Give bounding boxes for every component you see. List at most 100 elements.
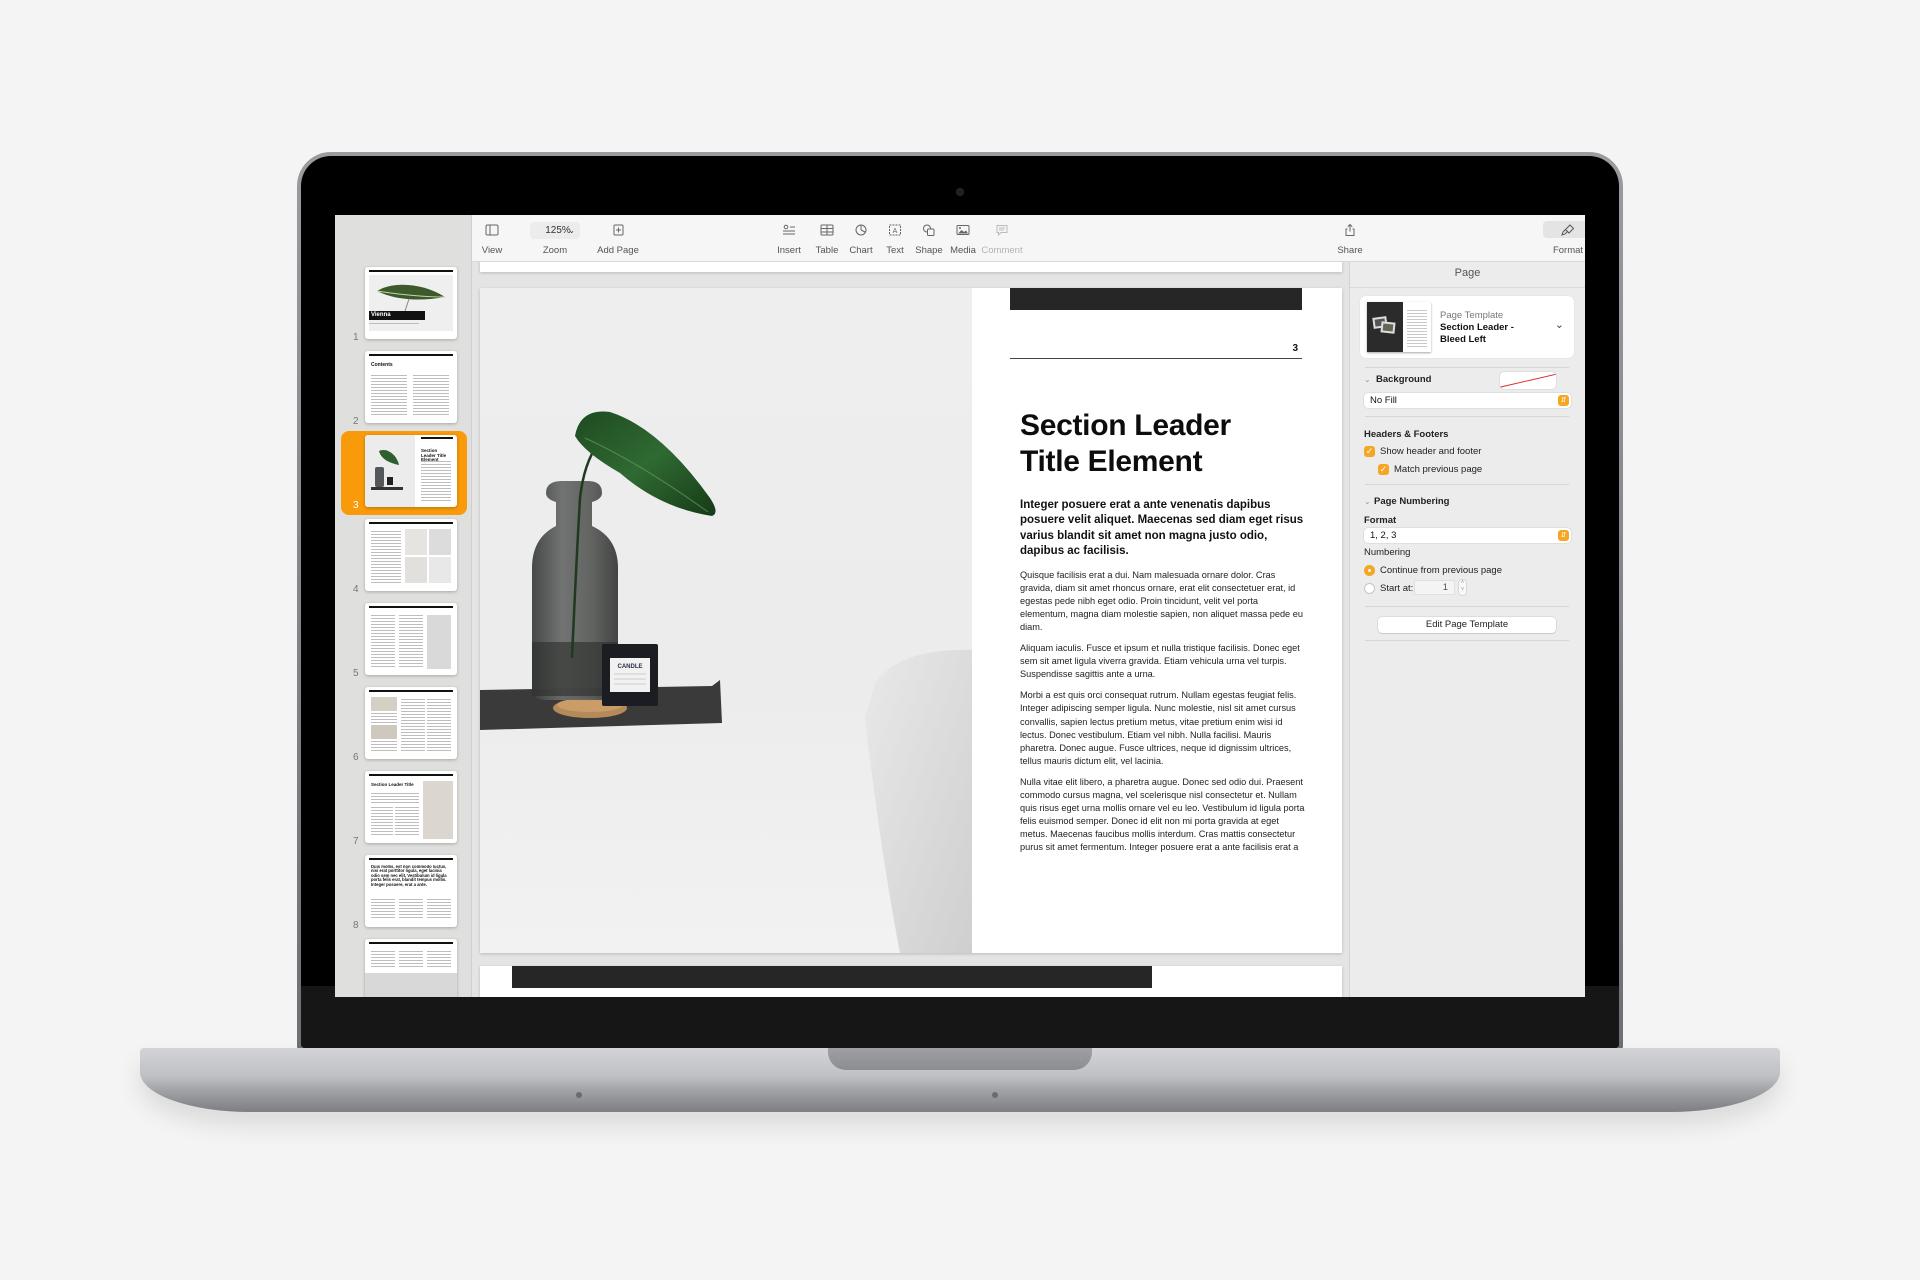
text-button[interactable]: A Text (884, 215, 906, 262)
page-photo[interactable]: CANDLE (480, 288, 972, 953)
format-label: Format (1364, 515, 1397, 526)
thumbnail-title: Section Leader Title (371, 782, 414, 787)
photo-icon (956, 225, 970, 235)
thumbnail-title: Duis mollis, est non commodo luctus, nis… (371, 865, 447, 887)
title-line: Section Leader (1020, 409, 1231, 442)
text-column[interactable]: Section Leader Title Element Integer pos… (1020, 408, 1305, 855)
page-thumbnail[interactable]: 9 (335, 939, 471, 997)
body-paragraph[interactable]: Aliquam iaculis. Fusce et ipsum et nulla… (1020, 642, 1305, 681)
page-thumbnail[interactable]: Vienna 1 (335, 267, 471, 343)
body-paragraph[interactable]: Nulla vitae elit libero, a pharetra augu… (1020, 776, 1305, 855)
zoom-value: 125% (545, 225, 571, 236)
zoom-menu[interactable]: 125% ⌄ Zoom (530, 215, 580, 262)
body-paragraph[interactable]: Quisque facilisis erat a dui. Nam malesu… (1020, 569, 1305, 634)
background-label: Background (1376, 374, 1432, 385)
table-button[interactable]: Table (814, 215, 840, 262)
radio-label: Start at: (1380, 583, 1414, 595)
plant-photo-icon (371, 449, 403, 490)
media-button[interactable]: Media (948, 215, 978, 262)
title-line: Title Element (1020, 445, 1203, 478)
chart-button[interactable]: Chart (848, 215, 874, 262)
page-thumbnail[interactable]: Duis mollis, est non commodo luctus, nis… (335, 855, 471, 931)
page-thumbnails-sidebar[interactable]: Vienna 1 Contents 2 Section Leader Title… (335, 215, 472, 997)
up-down-chevron-icon: ⇵ (1558, 395, 1569, 406)
edit-page-template-button[interactable]: Edit Page Template (1378, 617, 1556, 633)
page-number-label: 3 (353, 500, 359, 511)
template-thumbnail (1367, 302, 1431, 352)
disclosure-chevron-icon[interactable]: ⌄ (1364, 497, 1371, 506)
divider (1365, 640, 1569, 641)
radio-unselected-icon[interactable] (1364, 583, 1375, 594)
template-label: Page Template (1440, 310, 1504, 321)
radio-label: Continue from previous page (1380, 565, 1502, 577)
view-button[interactable]: View (480, 215, 504, 262)
fill-value: No Fill (1370, 395, 1397, 406)
show-header-footer-checkbox[interactable]: ✓ Show header and footer (1364, 446, 1481, 458)
radio-selected-icon[interactable] (1364, 565, 1375, 576)
shape-button[interactable]: Shape (914, 215, 944, 262)
page-thumbnail[interactable]: 6 (335, 687, 471, 763)
checkmark-icon[interactable]: ✓ (1364, 446, 1375, 457)
add-page-button[interactable]: Add Page (596, 215, 640, 262)
format-value: 1, 2, 3 (1370, 530, 1397, 541)
continue-numbering-radio[interactable]: Continue from previous page (1364, 565, 1502, 577)
vase-candle-photo: CANDLE (480, 411, 972, 953)
page-thumbnail[interactable]: Contents 2 (335, 351, 471, 427)
number-format-select[interactable]: 1, 2, 3 ⇵ (1364, 528, 1571, 543)
thumbnail-image (365, 603, 457, 675)
start-at-field[interactable]: 1 (1414, 580, 1455, 595)
start-at-radio[interactable]: Start at: (1364, 583, 1413, 595)
text-box-icon: A (889, 224, 901, 236)
page-template-picker[interactable]: Page Template Section Leader - Bleed Lef… (1360, 296, 1574, 358)
document-page[interactable]: CANDLE 3 Section Leader Title Element In… (480, 288, 1342, 953)
sidebar-icon (485, 224, 499, 236)
header-bar (1010, 288, 1302, 310)
comment-icon (996, 225, 1008, 236)
thumbnail-image: Section Leader Title (365, 771, 457, 843)
headers-footers-label: Headers & Footers (1364, 429, 1449, 440)
header-rule (1010, 358, 1302, 359)
divider (1365, 416, 1569, 417)
camera-icon (956, 188, 964, 196)
start-at-stepper[interactable]: ˄ ˅ (1458, 579, 1467, 596)
svg-text:A: A (893, 228, 898, 235)
numbering-label: Numbering (1364, 547, 1411, 558)
disclosure-chevron-icon[interactable]: ⌄ (1364, 375, 1371, 384)
toolbar: View 125% ⌄ Zoom Add Page Insert Table Ch… (472, 215, 1585, 262)
insert-button[interactable]: Insert (774, 215, 804, 262)
page-number-label: 4 (353, 584, 359, 595)
page-number[interactable]: 3 (1010, 343, 1298, 354)
checkmark-icon[interactable]: ✓ (1378, 464, 1389, 475)
page-thumbnail-selected[interactable]: Section Leader Title Element 3 (335, 431, 471, 515)
thumbnail-image (365, 939, 457, 997)
page-number-label: 2 (353, 416, 359, 427)
format-inspector: Page Page Template Section Leader - Blee… (1350, 262, 1585, 997)
share-button[interactable]: Share (1336, 215, 1364, 262)
thumbnail-image (365, 519, 457, 591)
thumbnail-image (365, 687, 457, 759)
section-title[interactable]: Section Leader Title Element (1020, 408, 1305, 480)
chevron-down-icon[interactable]: ⌄ (1555, 318, 1564, 331)
page-number-label: 8 (353, 920, 359, 931)
page-number-label: 1 (353, 332, 359, 343)
match-previous-checkbox[interactable]: ✓ Match previous page (1378, 464, 1482, 476)
header-bar (512, 966, 1152, 988)
table-icon (820, 224, 834, 236)
page-thumbnail[interactable]: 4 (335, 519, 471, 595)
previous-page[interactable] (480, 262, 1342, 272)
comment-button[interactable]: Comment (980, 215, 1024, 262)
page-thumbnail[interactable]: Section Leader Title 7 (335, 771, 471, 847)
candle-label: CANDLE (618, 664, 643, 670)
up-down-chevron-icon: ⇵ (1558, 530, 1569, 541)
format-button[interactable]: Format (1543, 215, 1585, 262)
zoom-select[interactable]: 125% ⌄ (530, 222, 580, 239)
page-thumbnail[interactable]: 5 (335, 603, 471, 679)
fill-select[interactable]: No Fill ⇵ (1364, 393, 1571, 408)
thumbnail-title: Contents (371, 362, 393, 368)
document-canvas[interactable]: CANDLE 3 Section Leader Title Element In… (472, 262, 1350, 997)
body-paragraph[interactable]: Morbi a est quis orci consequat rutrum. … (1020, 689, 1305, 768)
next-page[interactable] (480, 966, 1342, 997)
lede-paragraph[interactable]: Integer posuere erat a ante venenatis da… (1020, 498, 1305, 560)
lid-opening-notch (828, 1048, 1092, 1070)
background-color-well[interactable] (1500, 372, 1556, 389)
